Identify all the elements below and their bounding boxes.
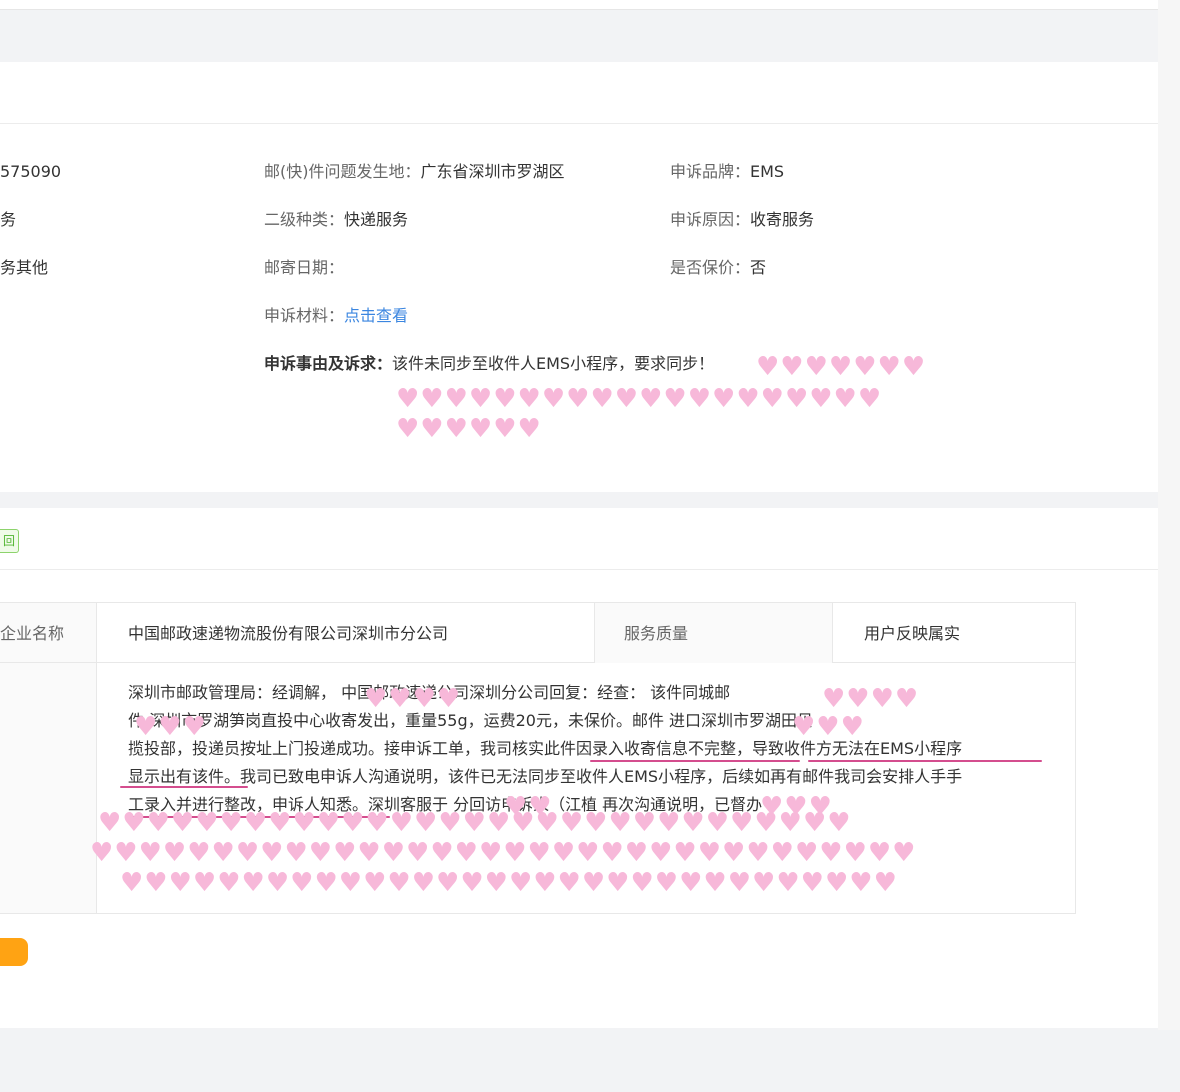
reply-line: 揽投部，投递员按址上门投递成功。接申诉工单，我司核实此件因录入收寄信息不完整，导… bbox=[128, 739, 963, 758]
reason-detail-field: 申诉事由及诉求：该件未同步至收件人EMS小程序，要求同步！ bbox=[264, 353, 714, 375]
reason-detail-label: 申诉事由及诉求： bbox=[264, 354, 393, 373]
location-value: 广东省深圳市罗湖区 bbox=[420, 162, 565, 181]
redaction-hearts: ♥♥♥♥ bbox=[822, 684, 920, 714]
reply-card-header: 回 bbox=[0, 508, 1158, 570]
secondary-type-value: 快递服务 bbox=[344, 210, 409, 229]
scrollbar-track[interactable] bbox=[1158, 0, 1180, 1030]
highlight-underline bbox=[120, 786, 248, 788]
insured-label: 是否保价： bbox=[670, 258, 751, 277]
quality-header: 服务质量 bbox=[624, 624, 689, 643]
top-bar bbox=[0, 0, 1158, 10]
company-value: 中国邮政速递物流股份有限公司深圳市分公司 bbox=[128, 624, 449, 643]
material-field: 申诉材料：点击查看 bbox=[264, 305, 408, 327]
company-header: 企业名称 bbox=[0, 624, 65, 643]
redaction-hearts: ♥♥♥♥♥♥♥♥♥♥♥♥♥♥♥♥♥♥♥♥ bbox=[396, 384, 883, 414]
brand-label: 申诉品牌： bbox=[670, 162, 751, 181]
reply-tag: 回 bbox=[0, 529, 19, 553]
mail-date-field: 邮寄日期： bbox=[264, 257, 344, 279]
brand-field: 申诉品牌：EMS bbox=[670, 161, 784, 183]
complaint-id-partial: 575090 bbox=[0, 162, 62, 181]
quality-value: 用户反映属实 bbox=[864, 624, 961, 643]
redaction-hearts: ♥♥♥♥♥♥♥♥♥♥♥♥♥♥♥♥♥♥♥♥♥♥♥♥♥♥♥♥♥♥♥♥♥♥ bbox=[90, 838, 917, 868]
redaction-hearts: ♥♥♥♥♥♥ bbox=[396, 414, 542, 444]
view-material-link[interactable]: 点击查看 bbox=[344, 306, 408, 325]
secondary-type-label: 二级种类： bbox=[264, 210, 345, 229]
mail-date-label: 邮寄日期： bbox=[264, 258, 345, 277]
location-label: 邮(快)件问题发生地： bbox=[264, 162, 421, 181]
card-header bbox=[0, 62, 1158, 124]
insured-value: 否 bbox=[750, 258, 767, 277]
brand-value: EMS bbox=[750, 162, 785, 181]
complaint-subcategory-partial: 务其他 bbox=[0, 258, 49, 277]
location-field: 邮(快)件问题发生地：广东省深圳市罗湖区 bbox=[264, 161, 565, 183]
redaction-hearts: ♥♥♥♥♥♥♥ bbox=[756, 352, 927, 382]
reason-value: 收寄服务 bbox=[750, 210, 815, 229]
redaction-hearts: ♥♥♥ bbox=[134, 712, 207, 742]
redaction-hearts: ♥♥♥♥♥♥♥♥♥♥♥♥♥♥♥♥♥♥♥♥♥♥♥♥♥♥♥♥♥♥♥ bbox=[98, 808, 852, 838]
reply-line: 显示出有该件。我司已致电申诉人沟通说明，该件已无法同步至收件人EMS小程序，后续… bbox=[128, 767, 963, 786]
secondary-type-field: 二级种类：快递服务 bbox=[264, 209, 408, 231]
redaction-hearts: ♥♥♥ bbox=[792, 712, 865, 742]
redaction-hearts: ♥♥♥♥♥♥♥♥♥♥♥♥♥♥♥♥♥♥♥♥♥♥♥♥♥♥♥♥♥♥♥♥ bbox=[120, 868, 898, 898]
highlight-underline bbox=[808, 760, 1042, 762]
redaction-hearts: ♥♥♥♥ bbox=[364, 684, 462, 714]
complaint-info-card bbox=[0, 62, 1158, 492]
reason-label: 申诉原因： bbox=[670, 210, 751, 229]
reason-detail-value: 该件未同步至收件人EMS小程序，要求同步！ bbox=[392, 354, 715, 373]
reason-field: 申诉原因：收寄服务 bbox=[670, 209, 814, 231]
material-label: 申诉材料： bbox=[264, 306, 345, 325]
action-button[interactable] bbox=[0, 938, 28, 966]
insured-field: 是否保价：否 bbox=[670, 257, 766, 279]
complaint-category-partial: 务 bbox=[0, 210, 17, 229]
highlight-underline bbox=[590, 760, 800, 762]
